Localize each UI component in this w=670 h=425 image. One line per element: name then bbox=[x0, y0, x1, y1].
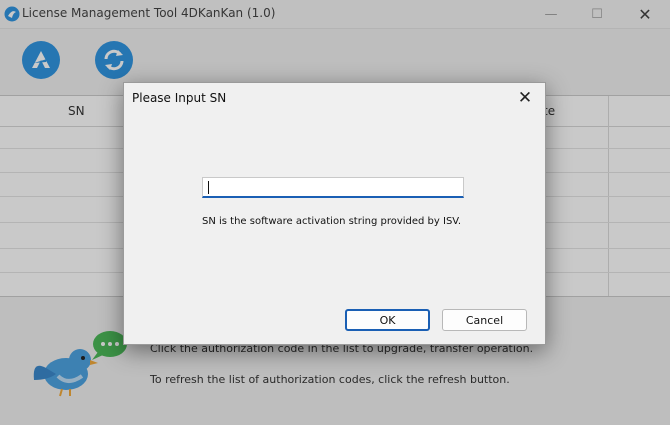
text-caret bbox=[208, 181, 209, 194]
sn-description: SN is the software activation string pro… bbox=[202, 216, 462, 227]
sn-input[interactable] bbox=[202, 177, 464, 198]
cancel-button[interactable]: Cancel bbox=[442, 309, 527, 331]
ok-button[interactable]: OK bbox=[345, 309, 430, 331]
input-sn-dialog: Please Input SN ✕ SN is the software act… bbox=[123, 82, 546, 345]
dialog-close-button[interactable]: ✕ bbox=[508, 85, 542, 111]
dialog-title: Please Input SN bbox=[132, 91, 227, 105]
